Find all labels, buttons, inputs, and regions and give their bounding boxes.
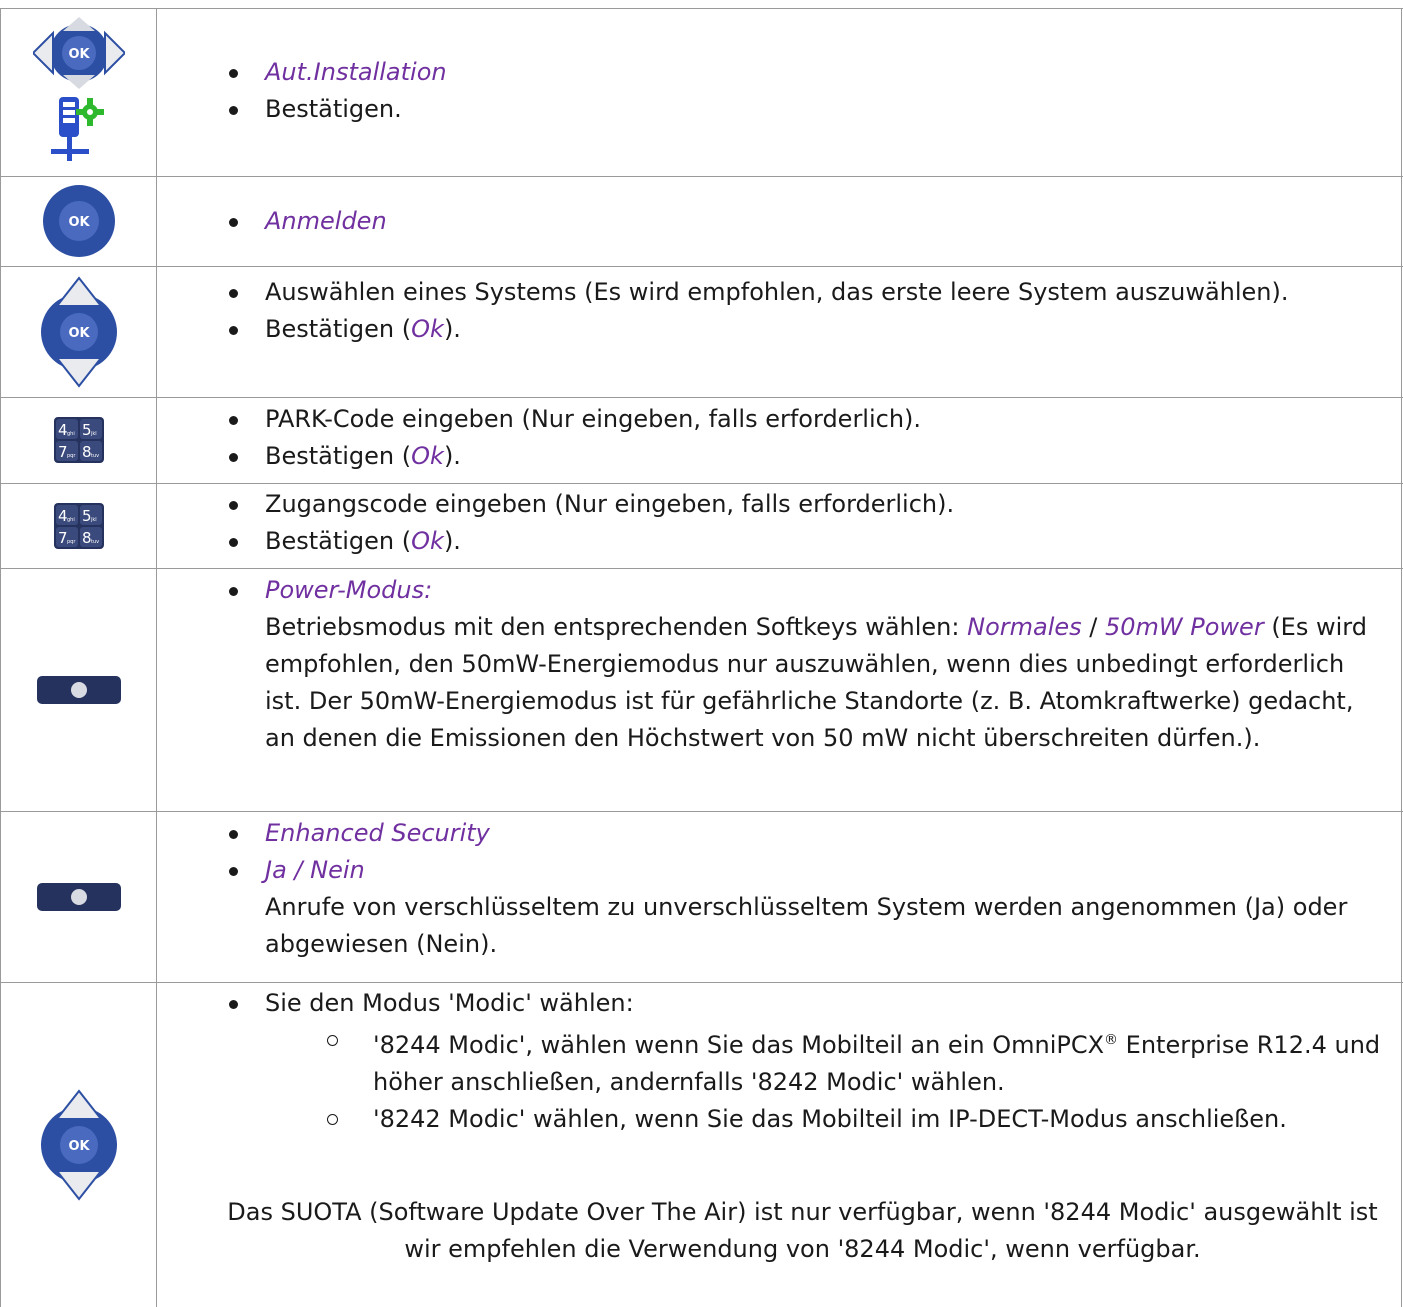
row8-text: Sie den Modus 'Modic' wählen: '8244 Modi…	[228, 985, 1381, 1138]
step-text-part: Bestätigen (	[265, 527, 412, 555]
row2-text: Anmelden	[228, 203, 1381, 240]
row5-icon-cell: 4 ghi 5 jkl 7 pqr 8 tuv	[0, 484, 157, 567]
registered-mark: ®	[1104, 1032, 1119, 1048]
option-ja-nein: Ja / Nein	[228, 852, 1381, 889]
install-handset-icon	[50, 97, 104, 161]
row1-icon-cell: OK	[0, 10, 157, 174]
ok-button-icon: OK	[42, 185, 115, 257]
row-divider	[0, 568, 1403, 569]
ok-label: OK	[68, 215, 90, 230]
description-part: Betriebsmodus mit den entsprechenden Sof…	[265, 613, 968, 641]
step-text: Bestätigen.	[228, 91, 1381, 128]
sub-item-8244-modic: '8244 Modic', wählen wenn Sie das Mobilt…	[228, 1022, 1381, 1101]
softkey-ok-label: Ok	[411, 527, 444, 555]
key-4-letters: ghi	[67, 431, 75, 437]
row5-text: Zugangscode eingeben (Nur eingeben, fall…	[228, 486, 1381, 560]
menu-item-enhanced-security: Enhanced Security	[228, 815, 1381, 852]
row-divider	[0, 176, 1403, 177]
navigation-ok-updown-icon: OK	[40, 1089, 117, 1201]
row6-icon-cell	[0, 569, 157, 810]
step-text-part: ).	[443, 315, 461, 343]
row-divider	[0, 982, 1403, 983]
step-text: PARK-Code eingeben (Nur eingeben, falls …	[228, 401, 1381, 438]
key-8-letters: tuv	[91, 453, 99, 459]
sub-item-part: '8244 Modic', wählen wenn Sie das Mobilt…	[373, 1031, 1105, 1059]
menu-item-aut-installation: Aut.Installation	[228, 54, 1381, 91]
step-text: Bestätigen (Ok).	[228, 438, 1381, 475]
row-divider	[0, 266, 1403, 267]
menu-item-power-modus: Power-Modus:	[228, 572, 1381, 609]
row4-icon-cell: 4 ghi 5 jkl 7 pqr 8 tuv	[0, 398, 157, 482]
softkey-ok-label: Ok	[411, 442, 444, 470]
softkey-50mw-power-label: 50mW Power	[1104, 613, 1264, 641]
row8-icon-cell: OK	[0, 983, 157, 1307]
step-text: Bestätigen (Ok).	[228, 311, 1381, 348]
step-text-part: ).	[443, 442, 461, 470]
power-mode-description: Betriebsmodus mit den entsprechenden Sof…	[228, 609, 1381, 757]
keypad-icon: 4 ghi 5 jkl 7 pqr 8 tuv	[53, 417, 104, 463]
row4-text: PARK-Code eingeben (Nur eingeben, falls …	[228, 401, 1381, 475]
row7-icon-cell	[0, 812, 157, 981]
procedure-table: OK Aut.Installation Bestätigen. OK Anmel…	[0, 0, 1403, 1307]
keypad-icon: 4 ghi 5 jkl 7 pqr 8 tuv	[53, 502, 104, 549]
navigation-ok-updown-icon: OK	[40, 275, 117, 388]
step-text: Bestätigen (Ok).	[228, 523, 1381, 560]
softkey-icon	[36, 675, 121, 704]
key-7-letters: pqr	[67, 539, 76, 545]
key-4-letters: ghi	[67, 517, 75, 523]
sub-item-8242-modic: '8242 Modic' wählen, wenn Sie das Mobilt…	[228, 1101, 1381, 1138]
table-border-right	[1401, 8, 1402, 1307]
step-text-part: Bestätigen (	[265, 442, 412, 470]
ok-label: OK	[68, 1139, 90, 1154]
row-divider	[0, 397, 1403, 398]
key-7-letters: pqr	[67, 453, 76, 459]
step-text-part: ).	[443, 527, 461, 555]
separator: /	[1081, 613, 1105, 641]
table-border-top	[0, 8, 1403, 9]
row1-text: Aut.Installation Bestätigen.	[228, 54, 1381, 128]
step-text: Zugangscode eingeben (Nur eingeben, fall…	[228, 486, 1381, 523]
row3-text: Auswählen eines Systems (Es wird empfohl…	[228, 274, 1381, 348]
key-5-letters: jkl	[90, 517, 97, 523]
step-text-part: Bestätigen (	[265, 315, 412, 343]
row7-text: Enhanced Security Ja / Nein Anrufe von v…	[228, 815, 1381, 963]
step-text: Auswählen eines Systems (Es wird empfohl…	[228, 274, 1381, 311]
suota-note: Das SUOTA (Software Update Over The Air)…	[227, 1198, 1378, 1263]
row-divider	[0, 811, 1403, 812]
ok-label: OK	[68, 326, 90, 341]
row3-icon-cell: OK	[0, 267, 157, 396]
row6-text: Power-Modus: Betriebsmodus mit den entsp…	[228, 572, 1381, 757]
softkey-ok-label: Ok	[411, 315, 444, 343]
navigation-ok-4way-icon: OK	[32, 17, 125, 89]
row2-icon-cell: OK	[0, 177, 157, 265]
menu-item-anmelden: Anmelden	[228, 203, 1381, 240]
key-5-letters: jkl	[90, 431, 97, 437]
ok-label: OK	[68, 47, 90, 62]
step-text: Sie den Modus 'Modic' wählen:	[228, 985, 1381, 1022]
softkey-icon	[36, 882, 121, 911]
row-divider	[0, 483, 1403, 484]
softkey-normales-label: Normales	[967, 613, 1082, 641]
enhanced-security-description: Anrufe von verschlüsseltem zu unverschlü…	[265, 893, 1348, 958]
key-8-letters: tuv	[91, 539, 99, 545]
